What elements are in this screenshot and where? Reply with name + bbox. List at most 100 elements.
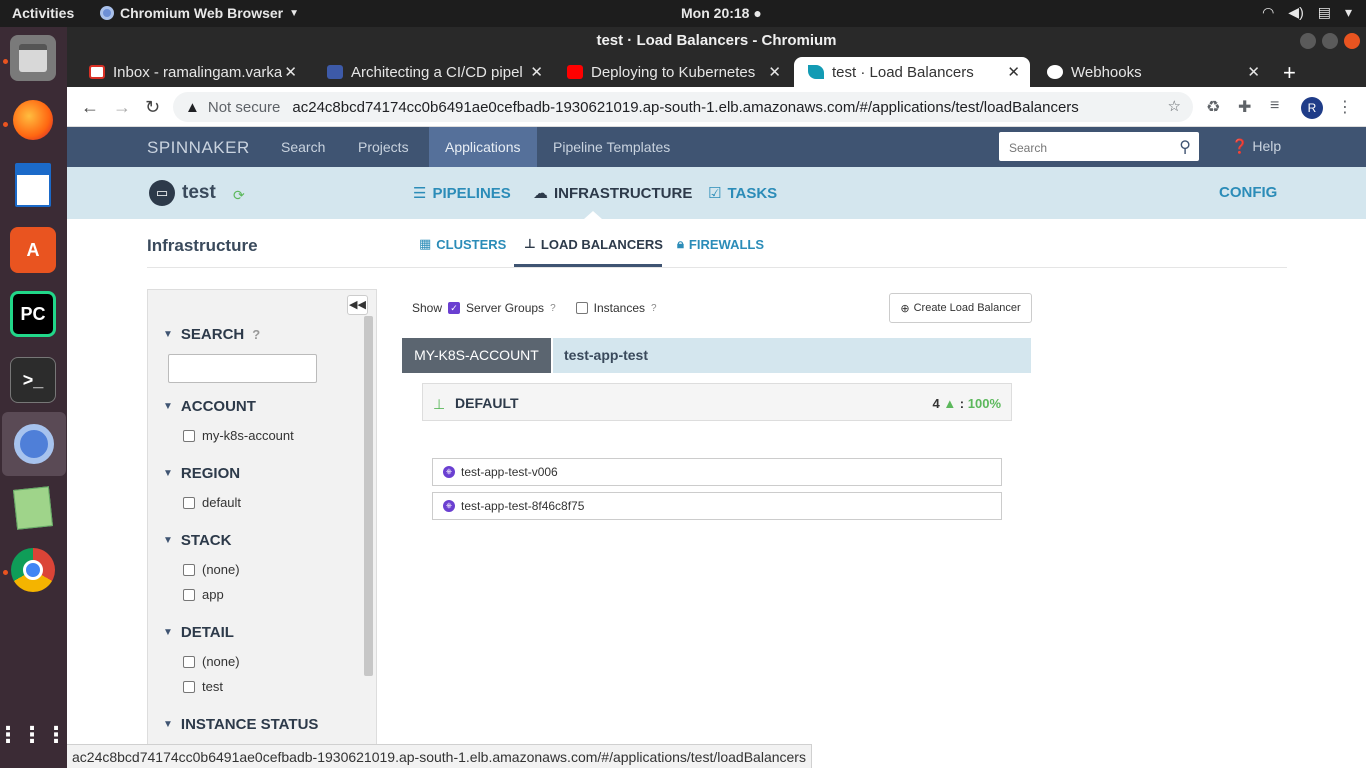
filter-account-option[interactable]: my-k8s-account — [183, 428, 294, 443]
lock-icon: 🔒︎ — [677, 236, 684, 251]
filter-stack-option[interactable]: (none) — [183, 562, 240, 577]
filter-region-heading[interactable]: ▼ REGION — [163, 465, 240, 482]
security-indicator[interactable]: Not secure — [208, 99, 281, 116]
omnibox[interactable]: ▲ Not secure ac24c8bcd74174cc0b6491ae0ce… — [173, 92, 1193, 122]
new-tab-button[interactable]: + — [1283, 60, 1296, 86]
close-tab-icon[interactable]: ✕ — [530, 63, 543, 81]
back-icon[interactable]: ← — [81, 97, 99, 118]
server-group-row[interactable]: ⎈ test-app-test-8f46c8f75 — [432, 492, 1002, 520]
tab-tasks[interactable]: ☑ TASKS — [708, 184, 777, 203]
pycharm-icon[interactable]: PC — [10, 291, 56, 337]
tab-infrastructure[interactable]: ☁ INFRASTRUCTURE — [533, 184, 692, 203]
kubernetes-icon: ⎈ — [443, 466, 455, 478]
checkbox[interactable] — [183, 655, 195, 668]
help-link[interactable]: ❓ Help — [1231, 138, 1281, 155]
chrome-icon[interactable] — [10, 547, 56, 593]
tab-webhooks[interactable]: Webhooks ✕ — [1033, 57, 1270, 87]
help-icon: ❓ — [1231, 138, 1249, 154]
help-icon[interactable]: ? — [252, 327, 260, 342]
checkbox[interactable] — [183, 496, 195, 509]
health-summary: 4 ▲ : 100% — [932, 396, 1001, 411]
profile-avatar[interactable]: R — [1301, 97, 1323, 119]
tab-firewalls[interactable]: 🔒︎ FIREWALLS — [677, 236, 764, 252]
tab-clusters[interactable]: ▦ CLUSTERS — [419, 236, 506, 252]
tab-pipelines[interactable]: ☰ PIPELINES — [413, 184, 511, 203]
filter-instance-status-heading[interactable]: ▼ INSTANCE STATUS — [163, 716, 318, 733]
close-tab-icon[interactable]: ✕ — [768, 63, 781, 81]
filter-account-heading[interactable]: ▼ ACCOUNT — [163, 398, 256, 415]
close-tab-icon[interactable]: ✕ — [1007, 63, 1020, 81]
chevron-down-icon: ▼ — [289, 7, 300, 19]
terminal-icon[interactable]: >_ — [10, 357, 56, 403]
load-balancer-name[interactable]: test-app-test — [553, 338, 1031, 373]
option-label: test — [202, 679, 223, 694]
instances-label[interactable]: Instances — [594, 301, 645, 315]
extensions-puzzle-icon[interactable]: ✚ — [1238, 97, 1251, 117]
close-tab-icon[interactable]: ✕ — [1247, 63, 1260, 81]
bookmark-star-icon[interactable]: ☆ — [1168, 97, 1181, 115]
window-title: test · Load Balancers - Chromium — [596, 32, 837, 49]
refresh-icon[interactable]: ⟳ — [233, 187, 245, 204]
instances-checkbox[interactable] — [575, 302, 588, 314]
tab-title: Architecting a CI/CD pipel — [351, 63, 523, 81]
nav-search[interactable]: Search — [265, 127, 341, 167]
files-icon[interactable] — [10, 35, 56, 81]
checkbox[interactable] — [183, 680, 195, 693]
filter-stack-option[interactable]: app — [183, 587, 224, 602]
text-editor-icon[interactable] — [10, 485, 56, 531]
ubuntu-software-icon[interactable]: A — [10, 227, 56, 273]
server-groups-checkbox[interactable]: ✓ — [448, 302, 461, 314]
option-label: (none) — [202, 562, 240, 577]
help-icon[interactable]: ? — [550, 303, 556, 314]
tab-deploying[interactable]: Deploying to Kubernetes ✕ — [553, 57, 791, 87]
filter-search-input[interactable] — [168, 354, 317, 383]
sidebar-scrollbar[interactable] — [364, 316, 373, 676]
media-queue-icon[interactable]: ≡ — [1270, 97, 1279, 115]
spinnaker-logo[interactable]: SPINNAKER — [147, 138, 250, 158]
firefox-icon[interactable] — [10, 97, 56, 143]
tab-inbox[interactable]: Inbox - ramalingam.varka ✕ — [75, 57, 307, 87]
forward-icon[interactable]: → — [113, 97, 131, 118]
nav-applications[interactable]: Applications — [429, 127, 537, 167]
libreoffice-impress-icon[interactable] — [10, 162, 56, 208]
collapse-sidebar-button[interactable]: ◀◀ — [347, 295, 368, 315]
tab-load-balancers[interactable]: ⊥ LOAD BALANCERS — [524, 236, 663, 252]
show-applications-icon[interactable]: ⋮⋮⋮ — [0, 712, 67, 758]
close-window-button[interactable] — [1344, 33, 1360, 49]
filter-detail-option[interactable]: test — [183, 679, 223, 694]
help-icon[interactable]: ? — [651, 303, 657, 314]
chromium-dock-icon[interactable] — [2, 412, 66, 476]
menu-kebab-icon[interactable]: ⋮ — [1337, 97, 1353, 117]
tab-config[interactable]: CONFIG — [1219, 184, 1277, 201]
filter-detail-heading[interactable]: ▼ DETAIL — [163, 624, 234, 641]
activities-button[interactable]: Activities — [12, 5, 74, 21]
recycle-extension-icon[interactable]: ♻ — [1206, 97, 1220, 117]
tab-architecting[interactable]: Architecting a CI/CD pipel ✕ — [313, 57, 553, 87]
server-groups-label[interactable]: Server Groups — [466, 301, 544, 315]
maximize-button[interactable] — [1322, 33, 1338, 49]
checkbox[interactable] — [183, 588, 195, 601]
app-menu[interactable]: Chromium Web Browser ▼ — [100, 5, 299, 21]
minimize-button[interactable] — [1300, 33, 1316, 49]
filter-detail-option[interactable]: (none) — [183, 654, 240, 669]
search-icon[interactable]: ⚲ — [1179, 137, 1191, 157]
global-search-input[interactable]: Search ⚲ — [999, 132, 1199, 161]
filter-region-option[interactable]: default — [183, 495, 241, 510]
server-group-row[interactable]: ⎈ test-app-test-v006 — [432, 458, 1002, 486]
close-tab-icon[interactable]: ✕ — [284, 63, 297, 81]
tab-title: Deploying to Kubernetes — [591, 63, 756, 81]
filter-search-heading[interactable]: ▼ SEARCH? — [163, 326, 260, 343]
nav-projects[interactable]: Projects — [342, 127, 425, 167]
nav-pipeline-templates[interactable]: Pipeline Templates — [537, 127, 686, 167]
create-load-balancer-button[interactable]: ⊕ Create Load Balancer — [889, 293, 1032, 323]
filter-stack-heading[interactable]: ▼ STACK — [163, 532, 231, 549]
checkbox[interactable] — [183, 563, 195, 576]
clock[interactable]: Mon 20:18 ● — [681, 5, 762, 21]
show-options: Show ✓ Server Groups ? Instances ? — [412, 301, 657, 315]
reload-icon[interactable]: ↻ — [145, 97, 160, 118]
tab-load-balancers[interactable]: test · Load Balancers ✕ — [794, 57, 1030, 87]
load-balancer-group[interactable]: ⊥ DEFAULT 4 ▲ : 100% — [422, 383, 1012, 421]
checkbox[interactable] — [183, 429, 195, 442]
system-tray[interactable]: ◠ ◀) ▤ ▾ — [1262, 4, 1352, 21]
tab-pipelines-label: PIPELINES — [432, 184, 511, 202]
